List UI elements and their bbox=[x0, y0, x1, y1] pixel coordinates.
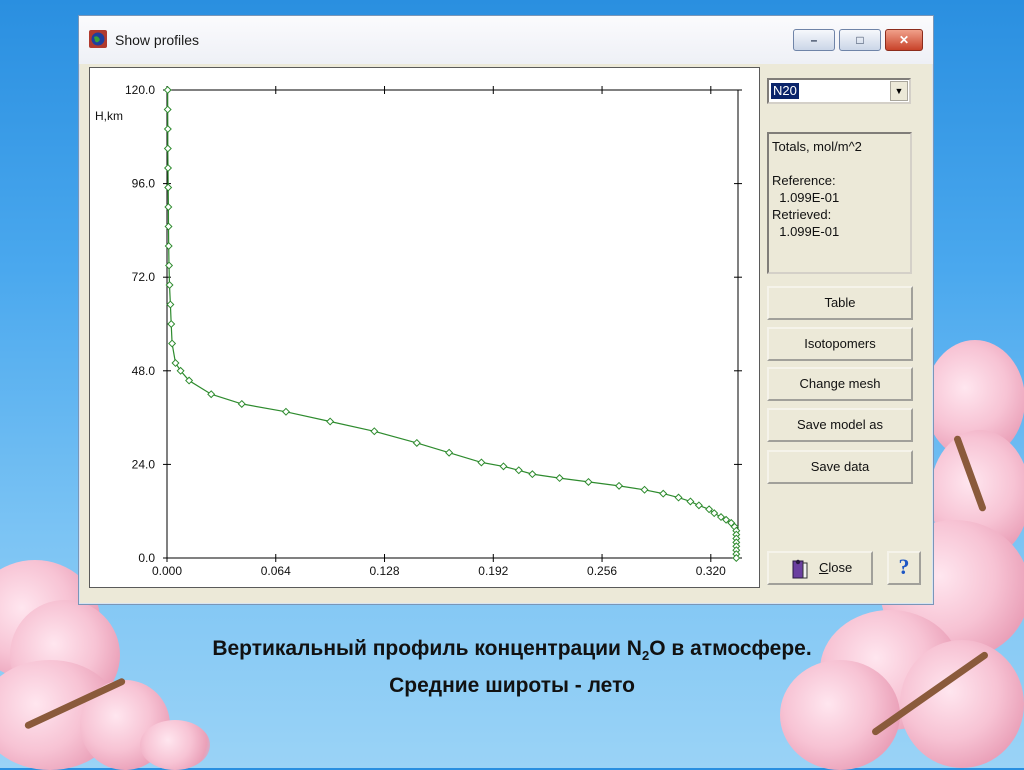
gas-select-value: N20 bbox=[771, 83, 799, 99]
y-tick-label: 48.0 bbox=[132, 364, 156, 378]
window-title: Show profiles bbox=[115, 32, 200, 48]
data-point bbox=[163, 144, 172, 153]
title-bar[interactable]: Show profiles – □ ✕ bbox=[79, 16, 933, 64]
maximize-icon: □ bbox=[856, 33, 864, 47]
x-tick-label: 0.256 bbox=[587, 564, 617, 578]
data-point bbox=[555, 474, 564, 483]
door-exit-icon bbox=[792, 559, 808, 579]
data-point bbox=[207, 390, 216, 399]
data-point bbox=[281, 407, 290, 416]
data-point bbox=[694, 501, 703, 510]
close-button-label: Close bbox=[819, 560, 853, 575]
gas-select[interactable]: N20 ▼ bbox=[767, 78, 911, 104]
data-point bbox=[514, 466, 523, 475]
data-point bbox=[163, 105, 172, 114]
data-point bbox=[164, 222, 173, 231]
minimize-icon: – bbox=[810, 33, 818, 47]
profile-chart-panel: 0.0 24.0 48.0 72.0 96.0 120.0 0.000 0.064 0.128 0… bbox=[89, 67, 760, 588]
maximize-button[interactable]: □ bbox=[839, 29, 881, 51]
y-tick-label: 72.0 bbox=[132, 270, 156, 284]
data-point bbox=[528, 470, 537, 479]
x-tick-label: 0.128 bbox=[370, 564, 400, 578]
data-point bbox=[171, 358, 180, 368]
close-icon: ✕ bbox=[898, 33, 910, 47]
reference-value: 1.099E-01 bbox=[772, 190, 840, 205]
show-profiles-window: Show profiles – □ ✕ 0.0 24.0 48.0 72.0 96.0 1… bbox=[78, 15, 934, 605]
reference-label: Reference: bbox=[772, 173, 836, 188]
data-point bbox=[370, 427, 379, 436]
data-point bbox=[445, 448, 454, 457]
help-button[interactable]: ? bbox=[887, 551, 921, 585]
data-point bbox=[163, 124, 172, 134]
isotopomers-button[interactable]: Isotopomers bbox=[767, 327, 913, 361]
data-point bbox=[167, 319, 176, 329]
save-data-button[interactable]: Save data bbox=[767, 450, 913, 484]
y-tick-label: 24.0 bbox=[132, 457, 156, 471]
data-point bbox=[326, 417, 335, 426]
caption-line-2: Средние широты - лето bbox=[389, 674, 635, 698]
data-point bbox=[659, 489, 668, 498]
caption-line-1: Вертикальный профиль концентрации N2O в … bbox=[212, 637, 812, 664]
retrieved-label: Retrieved: bbox=[772, 207, 832, 222]
profile-line bbox=[167, 90, 737, 558]
data-point bbox=[237, 399, 246, 408]
plot-frame bbox=[166, 89, 739, 559]
data-point bbox=[166, 300, 175, 309]
table-button[interactable]: Table bbox=[767, 286, 913, 320]
y-tick-label: 120.0 bbox=[125, 83, 155, 97]
data-point bbox=[640, 485, 649, 494]
data-point bbox=[477, 458, 486, 467]
data-point bbox=[686, 497, 695, 506]
minimize-button[interactable]: – bbox=[793, 29, 835, 51]
data-point bbox=[164, 163, 173, 173]
data-point bbox=[412, 438, 421, 447]
x-tick-label: 0.320 bbox=[696, 564, 726, 578]
retrieved-value: 1.099E-01 bbox=[772, 224, 840, 239]
close-window-button[interactable]: ✕ bbox=[885, 29, 923, 51]
help-icon: ? bbox=[898, 554, 910, 579]
profile-chart: 0.0 24.0 48.0 72.0 96.0 120.0 0.000 0.064 0.128 0… bbox=[95, 83, 742, 578]
data-point bbox=[163, 85, 172, 95]
x-tick-label: 0.192 bbox=[478, 564, 508, 578]
data-point bbox=[164, 183, 173, 192]
totals-title: Totals, mol/m^2 bbox=[772, 139, 862, 154]
globe-app-icon bbox=[89, 30, 107, 48]
data-point bbox=[615, 481, 624, 490]
data-point bbox=[674, 493, 683, 502]
data-point bbox=[164, 202, 173, 212]
x-tick-label: 0.064 bbox=[261, 564, 291, 578]
save-model-as-button[interactable]: Save model as bbox=[767, 408, 913, 442]
data-point bbox=[164, 241, 173, 251]
x-tick-label: 0.000 bbox=[152, 564, 182, 578]
data-point bbox=[584, 477, 593, 486]
y-tick-label: 96.0 bbox=[132, 177, 156, 191]
data-point bbox=[499, 462, 508, 471]
close-button[interactable]: Close bbox=[767, 551, 873, 585]
y-tick-label: 0.0 bbox=[138, 551, 155, 565]
data-point bbox=[168, 339, 177, 348]
change-mesh-button[interactable]: Change mesh bbox=[767, 367, 913, 401]
totals-box: Totals, mol/m^2 Reference: 1.099E-01 Ret… bbox=[767, 132, 912, 274]
y-axis-label: H,km bbox=[95, 109, 123, 123]
chevron-down-icon[interactable]: ▼ bbox=[890, 81, 908, 101]
slide-caption: Вертикальный профиль концентрации N2O в … bbox=[0, 634, 1024, 701]
